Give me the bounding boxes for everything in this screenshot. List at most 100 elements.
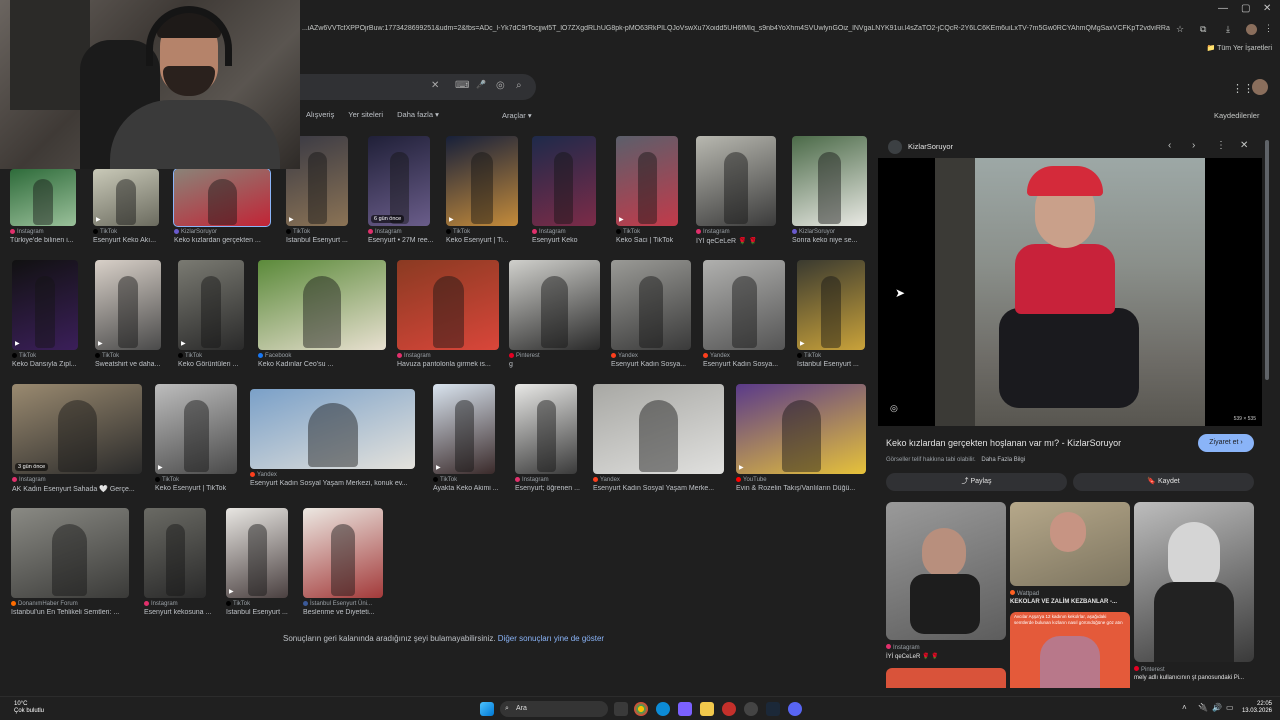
result-source[interactable]: TikTok: [95, 353, 119, 359]
learn-more-link[interactable]: Daha Fazla Bilgi: [981, 457, 1025, 463]
result-title[interactable]: Esenyurt; öğrenen ...: [515, 485, 580, 492]
result-source[interactable]: Instagram: [10, 229, 44, 235]
saved-button[interactable]: Kaydedilenler: [1214, 111, 1259, 120]
share-button[interactable]: ⤴ Paylaş: [886, 473, 1067, 491]
save-button[interactable]: 🔖 Kaydet: [1073, 473, 1254, 491]
result-title[interactable]: Sonra keko niye se...: [792, 237, 857, 244]
close-panel-icon[interactable]: ✕: [1240, 140, 1248, 151]
result-source[interactable]: TikTok: [433, 477, 457, 483]
preview-image-frame[interactable]: ◎ 539 × 535: [878, 158, 1262, 426]
preview-image[interactable]: [935, 158, 1205, 426]
related-title-3[interactable]: mely adlı kullanıcının şt panosundaki Pi…: [1134, 675, 1244, 681]
result-title[interactable]: Ayakta Keko Akimi ...: [433, 485, 499, 492]
result-thumbnail[interactable]: [703, 260, 785, 350]
result-source[interactable]: Instagram: [144, 601, 178, 607]
weather-widget[interactable]: 10°C Çok bulutlu: [14, 701, 44, 715]
tools-button[interactable]: Araçlar ▾: [502, 111, 532, 120]
result-thumbnail[interactable]: 6 gün önce: [368, 136, 430, 226]
result-thumbnail[interactable]: ▶: [797, 260, 865, 350]
app-icon-red[interactable]: [722, 702, 736, 716]
close-window-button[interactable]: ✕: [1263, 3, 1271, 14]
result-source[interactable]: TikTok: [616, 229, 640, 235]
result-title[interactable]: Esenyurt • 27M ree...: [368, 237, 433, 244]
lens-icon[interactable]: ◎: [496, 80, 505, 91]
result-thumbnail[interactable]: 3 gün önce: [12, 384, 142, 474]
clear-search-icon[interactable]: ✕: [431, 80, 439, 91]
result-source[interactable]: TikTok: [178, 353, 202, 359]
visit-button[interactable]: Ziyaret et ›: [1198, 434, 1254, 452]
result-title[interactable]: Keko Esenyurt | Ti...: [446, 237, 509, 244]
result-title[interactable]: Türkiye'de bilinen i...: [10, 237, 74, 244]
result-source[interactable]: TikTok: [797, 353, 821, 359]
result-source[interactable]: Yandex: [611, 353, 638, 359]
result-thumbnail[interactable]: [173, 168, 271, 227]
volume-icon[interactable]: 🔊: [1212, 703, 1222, 712]
result-source[interactable]: Instagram: [532, 229, 566, 235]
profile-icon[interactable]: [1246, 24, 1257, 35]
result-title[interactable]: İYİ qeCeLeR 🌹 🌹: [696, 237, 757, 245]
result-source[interactable]: Yandex: [593, 477, 620, 483]
result-source[interactable]: TikTok: [93, 229, 117, 235]
search-icon[interactable]: ⌕: [516, 80, 522, 91]
search-box[interactable]: ✕ ⌨ 🎤 ◎ ⌕: [300, 74, 536, 100]
result-title[interactable]: Keko Kadınlar Ceo'su ...: [258, 361, 333, 368]
maximize-button[interactable]: ▢: [1241, 3, 1250, 14]
file-explorer-icon[interactable]: [700, 702, 714, 716]
related-image-3[interactable]: [1134, 502, 1254, 662]
keyboard-icon[interactable]: ⌨: [455, 80, 469, 91]
result-thumbnail[interactable]: [11, 508, 129, 598]
result-thumbnail[interactable]: [532, 136, 596, 226]
result-source[interactable]: TikTok: [286, 229, 310, 235]
result-source[interactable]: Yandex: [703, 353, 730, 359]
bookmark-star-icon[interactable]: ☆: [1176, 24, 1184, 35]
avatar[interactable]: [1252, 79, 1268, 95]
result-title[interactable]: Keko kızlardan gerçekten ...: [174, 237, 261, 244]
result-title[interactable]: g: [509, 361, 513, 368]
result-thumbnail[interactable]: ▶: [616, 136, 678, 226]
minimize-button[interactable]: —: [1218, 3, 1228, 14]
result-title[interactable]: Sweatshirt ve daha...: [95, 361, 160, 368]
result-source[interactable]: Instagram: [368, 229, 402, 235]
result-source[interactable]: TikTok: [12, 353, 36, 359]
related-title-2[interactable]: KEKOLAR VE ZALİM KEZBANLAR -...: [1010, 599, 1117, 605]
result-title[interactable]: Esenyurt Kadın Sosya...: [703, 361, 778, 368]
result-title[interactable]: Keko Esenyurt | TikTok: [155, 485, 226, 492]
start-icon[interactable]: [480, 702, 494, 716]
result-source[interactable]: TikTok: [446, 229, 470, 235]
result-title[interactable]: Beslenme ve Diyeteti...: [303, 609, 375, 616]
result-source[interactable]: KizlarSoruyor: [174, 229, 217, 235]
result-thumbnail[interactable]: [696, 136, 776, 226]
result-title[interactable]: AK Kadın Esenyurt Sahada 🤍 Gerçe...: [12, 485, 135, 493]
url-text[interactable]: ...iAZw6VVTcfXPPOjrBuw:1773428699251&udm…: [302, 25, 1170, 38]
result-title[interactable]: İstanbul Esenyurt ...: [797, 361, 859, 368]
edge-icon[interactable]: [656, 702, 670, 716]
result-thumbnail[interactable]: [593, 384, 724, 474]
downloads-icon[interactable]: ⤓: [1226, 24, 1230, 35]
result-title[interactable]: İstanbul'un En Tehlikeli Semtleri: ...: [11, 609, 119, 616]
related-title-1[interactable]: İYİ qeCeLeR 🌹 🌹: [886, 653, 939, 660]
next-image-icon[interactable]: ›: [1192, 140, 1195, 151]
result-source[interactable]: Pinterest: [509, 353, 540, 359]
all-bookmarks-folder[interactable]: 📁 Tüm Yer İşaretleri: [1207, 44, 1272, 52]
result-thumbnail[interactable]: ▶: [446, 136, 518, 226]
result-source[interactable]: YouTube: [736, 477, 767, 483]
result-source[interactable]: DonanımHaber Forum: [11, 601, 78, 607]
result-source[interactable]: Instagram: [397, 353, 431, 359]
result-thumbnail[interactable]: [515, 384, 577, 474]
result-title[interactable]: Havuza pantolonla girmek is...: [397, 361, 491, 368]
result-thumbnail[interactable]: ▶: [433, 384, 495, 474]
result-source[interactable]: Yandex: [250, 472, 277, 478]
result-title[interactable]: Esenyurt Kadın Sosya...: [611, 361, 686, 368]
scrollbar[interactable]: [1265, 140, 1269, 380]
result-source[interactable]: Instagram: [696, 229, 730, 235]
battery-icon[interactable]: ▭: [1226, 703, 1234, 712]
copilot-icon[interactable]: [678, 702, 692, 716]
result-source[interactable]: KizlarSoruyor: [792, 229, 835, 235]
result-thumbnail[interactable]: [144, 508, 206, 598]
result-title[interactable]: İstanbul Esenyurt ...: [286, 237, 348, 244]
task-view-icon[interactable]: [614, 702, 628, 716]
result-thumbnail[interactable]: [509, 260, 600, 350]
result-source[interactable]: TikTok: [226, 601, 250, 607]
filter-shopping[interactable]: Alışveriş: [306, 110, 334, 119]
related-image-5[interactable]: [886, 668, 1006, 688]
